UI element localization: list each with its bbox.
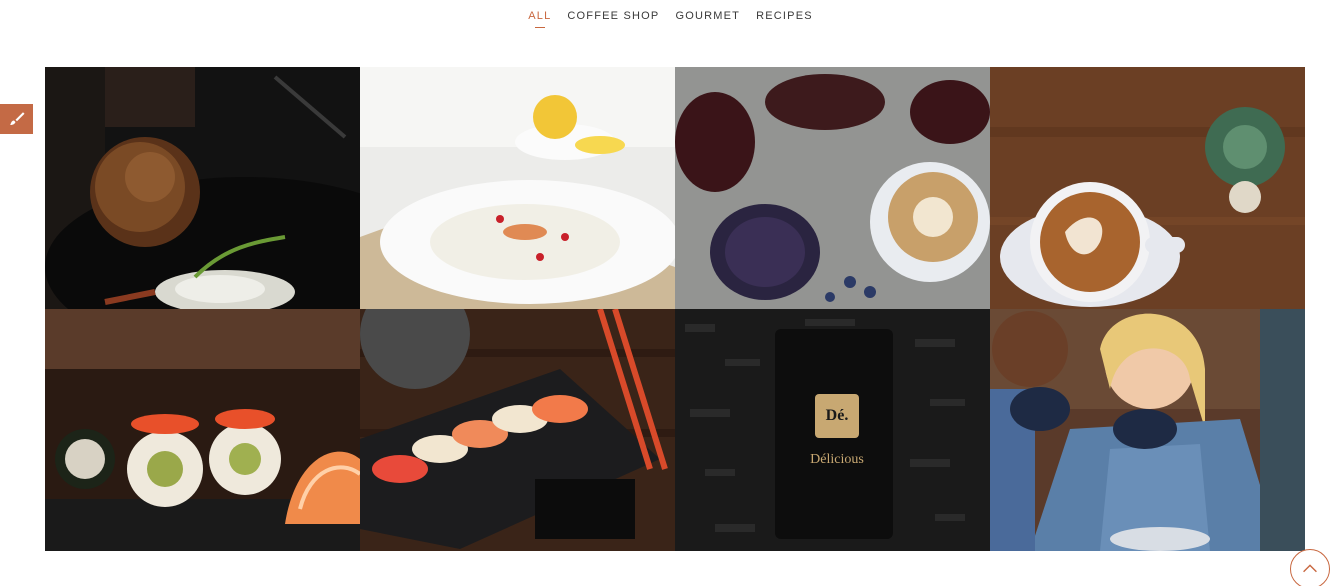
- chevron-up-icon: [1303, 564, 1317, 573]
- sushi-rolls-image: [45, 309, 360, 551]
- soup-bowl-image: [360, 67, 675, 309]
- gallery-item-nigiri[interactable]: [360, 309, 675, 551]
- paintbrush-icon: [9, 112, 24, 125]
- gallery-item-sushi-rolls[interactable]: [45, 309, 360, 551]
- scroll-to-top-button[interactable]: [1290, 549, 1330, 586]
- filter-all[interactable]: ALL: [520, 9, 559, 23]
- gallery-item-latte-art[interactable]: [990, 67, 1305, 309]
- latte-art-image: [990, 67, 1305, 309]
- portfolio-gallery: Dé. Délicious: [45, 67, 1305, 551]
- style-switcher-tab[interactable]: [0, 104, 33, 134]
- filter-coffee-shop[interactable]: COFFEE SHOP: [559, 9, 667, 23]
- nigiri-image: [360, 309, 675, 551]
- gallery-item-blueberry-toast[interactable]: [675, 67, 990, 309]
- blueberry-toast-image: [675, 67, 990, 309]
- package-name: Délicious: [810, 452, 864, 467]
- package-brand: Dé.: [825, 407, 849, 424]
- friends-coffee-image: [990, 309, 1305, 551]
- gallery-item-tea-package[interactable]: Dé. Délicious: [675, 309, 990, 551]
- filter-recipes[interactable]: RECIPES: [748, 9, 821, 23]
- fried-food-image: [45, 67, 360, 309]
- filter-gourmet[interactable]: GOURMET: [667, 9, 748, 23]
- gallery-item-fried-food[interactable]: [45, 67, 360, 309]
- portfolio-filter-bar: ALL COFFEE SHOP GOURMET RECIPES: [0, 9, 1341, 23]
- tea-package-image: [675, 309, 990, 551]
- gallery-item-soup-bowl[interactable]: [360, 67, 675, 309]
- gallery-item-friends-coffee[interactable]: [990, 309, 1305, 551]
